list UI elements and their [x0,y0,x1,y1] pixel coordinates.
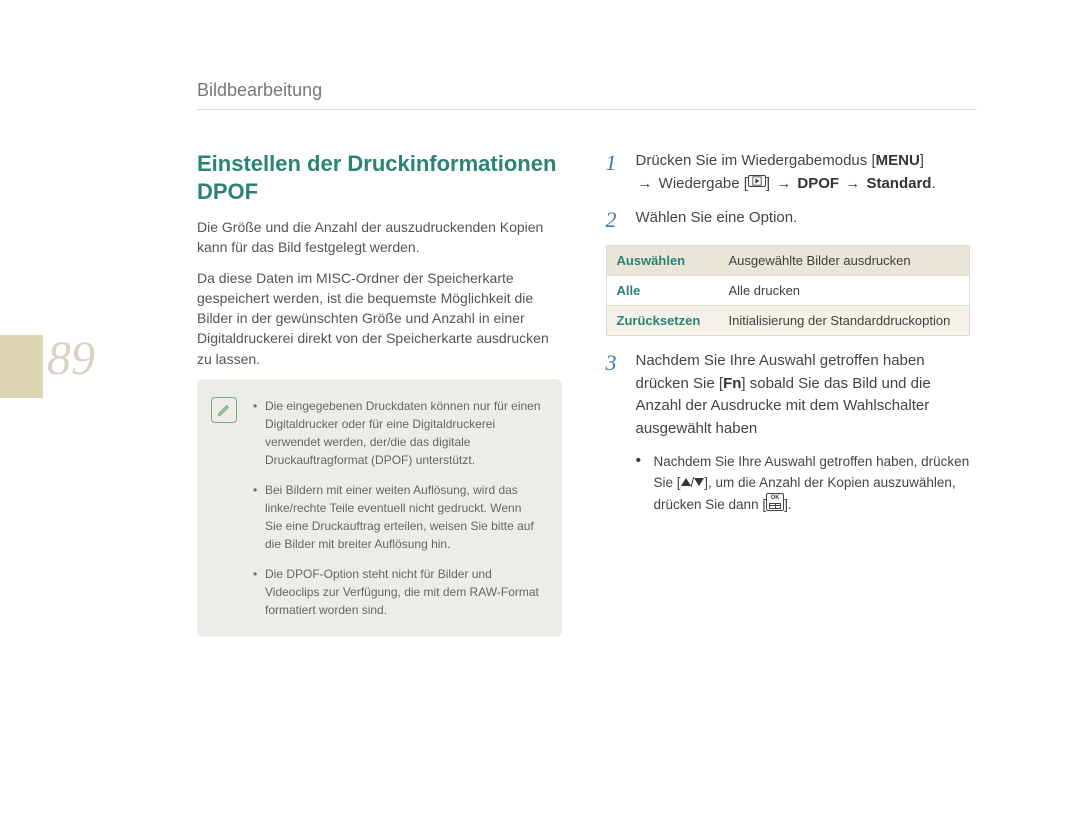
bullet-icon: • [636,452,644,515]
note-item: Bei Bildern mit einer weiten Auﬂösung, w… [253,481,542,553]
note-item: Die DPOF-Option steht nicht für Bilder u… [253,565,542,619]
step-number: 3 [606,350,624,440]
step-number: 2 [606,207,624,233]
note-list: Die eingegebenen Druckdaten können nur f… [253,397,542,619]
heading-line-2: DPOF [197,179,258,204]
options-table: Auswählen Ausgewählte Bilder ausdrucken … [606,245,971,336]
option-key: Auswählen [606,246,719,276]
steps-list-2: 3 Nachdem Sie Ihre Auswahl getroffen hab… [606,350,971,440]
triangle-up-icon [681,478,691,486]
step-number: 1 [606,150,624,195]
side-tab [0,335,43,398]
note-pencil-icon [211,397,237,423]
left-column: Einstellen der Druckinformationen DPOF D… [197,150,562,637]
ok-grid-icon: OK [766,493,784,511]
option-key: Alle [606,276,719,306]
step-1: 1 Drücken Sie im Wiedergabemodus [MENU] … [606,150,971,195]
breadcrumb: Bildbearbeitung [197,80,977,110]
step-2: 2 Wählen Sie eine Option. [606,207,971,233]
table-row: Auswählen Ausgewählte Bilder ausdrucken [606,246,970,276]
step-text: Drücken Sie im Wiedergabemodus [636,152,872,169]
steps-list: 1 Drücken Sie im Wiedergabemodus [MENU] … [606,150,971,233]
play-icon [748,175,766,187]
intro-paragraph-1: Die Größe und die Anzahl der auszudrucke… [197,217,562,258]
dpof-label: DPOF [797,175,839,192]
menu-key: MENU [876,152,920,169]
step-3: 3 Nachdem Sie Ihre Auswahl getroffen hab… [606,350,971,440]
step-body: Nachdem Sie Ihre Auswahl getroffen haben… [636,350,971,440]
sub-text: ]. [784,497,792,512]
substep-text: Nachdem Sie Ihre Auswahl getroffen haben… [654,452,971,515]
step-body: Drücken Sie im Wiedergabemodus [MENU] → … [636,150,936,195]
option-value: Alle drucken [719,276,970,306]
option-value: Ausgewählte Bilder ausdrucken [719,246,970,276]
step-body: Wählen Sie eine Option. [636,207,798,233]
option-value: Initialisierung der Standarddruckoption [719,306,970,336]
arrow-icon: → [638,175,653,192]
fn-key: Fn [723,375,741,392]
content-columns: Einstellen der Druckinformationen DPOF D… [197,150,970,637]
substep: • Nachdem Sie Ihre Auswahl getroffen hab… [636,452,971,515]
table-row: Zurücksetzen Initialisierung der Standar… [606,306,970,336]
option-key: Zurücksetzen [606,306,719,336]
right-column: 1 Drücken Sie im Wiedergabemodus [MENU] … [606,150,971,637]
standard-label: Standard [866,175,931,192]
arrow-icon: → [845,175,860,192]
step-text: Wiedergabe [659,175,744,192]
section-heading: Einstellen der Druckinformationen DPOF [197,150,562,205]
page-number: 89 [47,335,95,383]
arrow-icon: → [776,175,791,192]
intro-paragraph-2: Da diese Daten im MISC-Ordner der Speich… [197,268,562,369]
triangle-down-icon [694,478,704,486]
note-item: Die eingegebenen Druckdaten können nur f… [253,397,542,469]
note-box: Die eingegebenen Druckdaten können nur f… [197,379,562,637]
table-row: Alle Alle drucken [606,276,970,306]
heading-line-1: Einstellen der Druckinformationen [197,151,556,176]
